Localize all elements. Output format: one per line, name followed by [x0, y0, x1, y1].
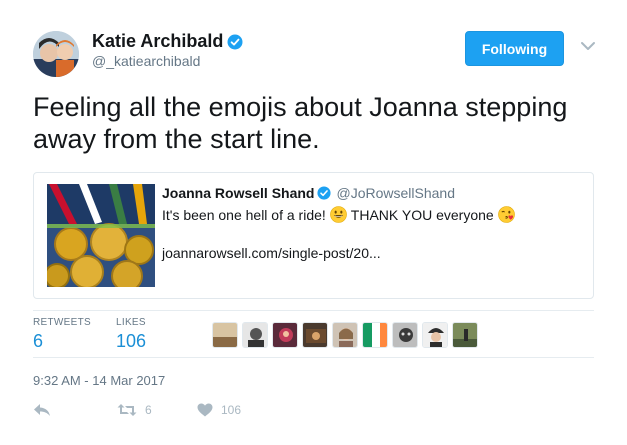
- liker-avatar-image: [393, 323, 417, 347]
- avatar[interactable]: [33, 31, 79, 77]
- retweet-button[interactable]: 6: [117, 403, 197, 417]
- liker-avatar-image: [333, 323, 357, 347]
- liker-avatar[interactable]: [272, 322, 298, 348]
- quoted-author-name[interactable]: Joanna Rowsell Shand: [162, 185, 314, 201]
- retweets-count: 6: [33, 331, 44, 351]
- liker-avatar-image: [213, 323, 237, 347]
- liker-avatar[interactable]: [422, 322, 448, 348]
- quoted-tweet-image[interactable]: [47, 184, 155, 287]
- quoted-author-handle[interactable]: @JoRowsellShand: [336, 185, 455, 201]
- heart-icon: [197, 403, 213, 417]
- likes-label: LIKES: [116, 317, 146, 328]
- verified-badge-icon: [227, 34, 243, 49]
- quoted-tweet-text: It's been one hell of a ride! THANK YOU …: [162, 206, 515, 223]
- likers-list: [212, 322, 478, 348]
- quoted-text-part-1: It's been one hell of a ride!: [162, 206, 326, 223]
- author-name-row[interactable]: Katie Archibald: [92, 31, 243, 52]
- liker-avatar[interactable]: [452, 322, 478, 348]
- face-blowing-kiss-emoji-icon: [497, 206, 515, 223]
- liker-avatar-image: [303, 323, 327, 347]
- medals-image: [47, 184, 155, 287]
- divider: [33, 357, 594, 358]
- retweets-label: RETWEETS: [33, 317, 91, 328]
- reply-button[interactable]: [33, 403, 117, 417]
- chevron-down-icon[interactable]: [580, 40, 596, 52]
- tweet-timestamp[interactable]: 9:32 AM - 14 Mar 2017: [33, 373, 165, 388]
- likes-stat[interactable]: LIKES 106: [116, 317, 146, 352]
- liker-avatar-image: [363, 323, 387, 347]
- liker-avatar[interactable]: [212, 322, 238, 348]
- liker-avatar-image: [423, 323, 447, 347]
- like-button[interactable]: 106: [197, 403, 241, 417]
- retweet-count: 6: [145, 403, 152, 417]
- verified-badge-icon: [317, 186, 332, 200]
- grinning-face-emoji-icon: [329, 206, 347, 223]
- author-handle[interactable]: @_katiearchibald: [92, 53, 200, 69]
- liker-avatar[interactable]: [302, 322, 328, 348]
- quoted-tweet-link[interactable]: joannarowsell.com/single-post/20...: [162, 245, 381, 261]
- author-name[interactable]: Katie Archibald: [92, 31, 223, 52]
- tweet-text: Feeling all the emojis about Joanna step…: [33, 92, 568, 154]
- tweet-actions: 6 106: [33, 403, 241, 417]
- liker-avatar[interactable]: [362, 322, 388, 348]
- likes-count: 106: [116, 331, 147, 351]
- quoted-tweet-card[interactable]: Joanna Rowsell Shand @JoRowsellShand It'…: [33, 172, 594, 299]
- following-button[interactable]: Following: [465, 31, 564, 66]
- liker-avatar-image: [243, 323, 267, 347]
- liker-avatar-image: [453, 323, 477, 347]
- avatar-image: [33, 31, 79, 77]
- retweet-icon: [117, 404, 137, 416]
- liker-avatar[interactable]: [332, 322, 358, 348]
- retweets-stat[interactable]: RETWEETS 6: [33, 317, 91, 352]
- divider: [33, 310, 594, 311]
- like-count: 106: [221, 403, 242, 417]
- liker-avatar-image: [273, 323, 297, 347]
- liker-avatar[interactable]: [242, 322, 268, 348]
- quoted-text-part-2: THANK YOU everyone: [350, 206, 494, 223]
- quoted-author-row[interactable]: Joanna Rowsell Shand @JoRowsellShand: [162, 185, 455, 201]
- liker-avatar[interactable]: [392, 322, 418, 348]
- reply-icon: [34, 404, 50, 416]
